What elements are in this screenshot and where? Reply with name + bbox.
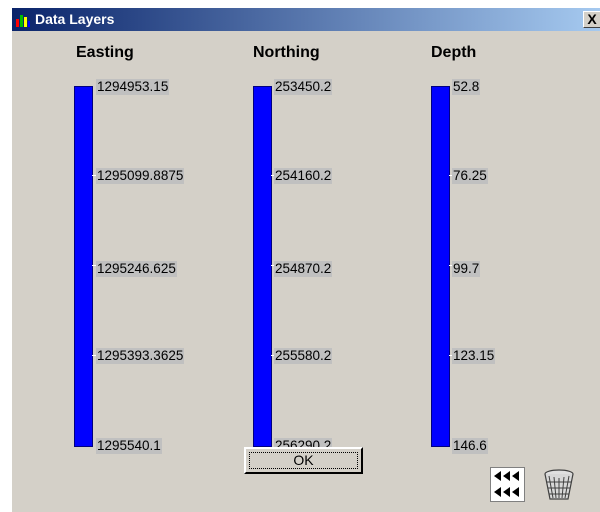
depth-label-q1: 76.25 bbox=[452, 168, 488, 184]
depth-label-q3: 123.15 bbox=[452, 348, 496, 364]
ok-button-label: OK bbox=[249, 452, 358, 469]
easting-label-q3: 1295393.3625 bbox=[96, 348, 185, 364]
data-layers-window: Data Layers X Easting 1294953.15 1295099… bbox=[11, 7, 600, 512]
ok-button[interactable]: OK bbox=[244, 447, 363, 474]
easting-label-q1: 1295099.8875 bbox=[96, 168, 185, 184]
window-title: Data Layers bbox=[35, 11, 115, 27]
depth-label-mid: 99.7 bbox=[452, 261, 481, 277]
depth-label-max: 146.6 bbox=[452, 438, 488, 454]
column-header-easting: Easting bbox=[76, 44, 134, 61]
northing-label-q3: 255580.2 bbox=[274, 348, 333, 364]
northing-label-min: 253450.2 bbox=[274, 79, 333, 95]
depth-label-min: 52.8 bbox=[452, 79, 481, 95]
column-header-depth: Depth bbox=[431, 44, 477, 61]
northing-label-q1: 254160.2 bbox=[274, 168, 333, 184]
trash-basket-icon[interactable] bbox=[542, 468, 576, 502]
title-bar[interactable]: Data Layers X bbox=[12, 8, 600, 31]
northing-label-mid: 254870.2 bbox=[274, 261, 333, 277]
close-button[interactable]: X bbox=[583, 11, 600, 28]
northing-scale-bar[interactable] bbox=[253, 86, 285, 447]
arrows-navigate-icon[interactable] bbox=[490, 467, 525, 502]
column-header-northing: Northing bbox=[253, 44, 320, 61]
easting-label-max: 1295540.1 bbox=[96, 438, 162, 454]
easting-scale-bar[interactable] bbox=[74, 86, 106, 447]
data-layers-app-icon bbox=[16, 15, 30, 27]
arrows-navigate-glyph bbox=[494, 471, 519, 497]
easting-label-min: 1294953.15 bbox=[96, 79, 170, 95]
depth-scale-bar[interactable] bbox=[431, 86, 463, 447]
easting-label-mid: 1295246.625 bbox=[96, 261, 177, 277]
